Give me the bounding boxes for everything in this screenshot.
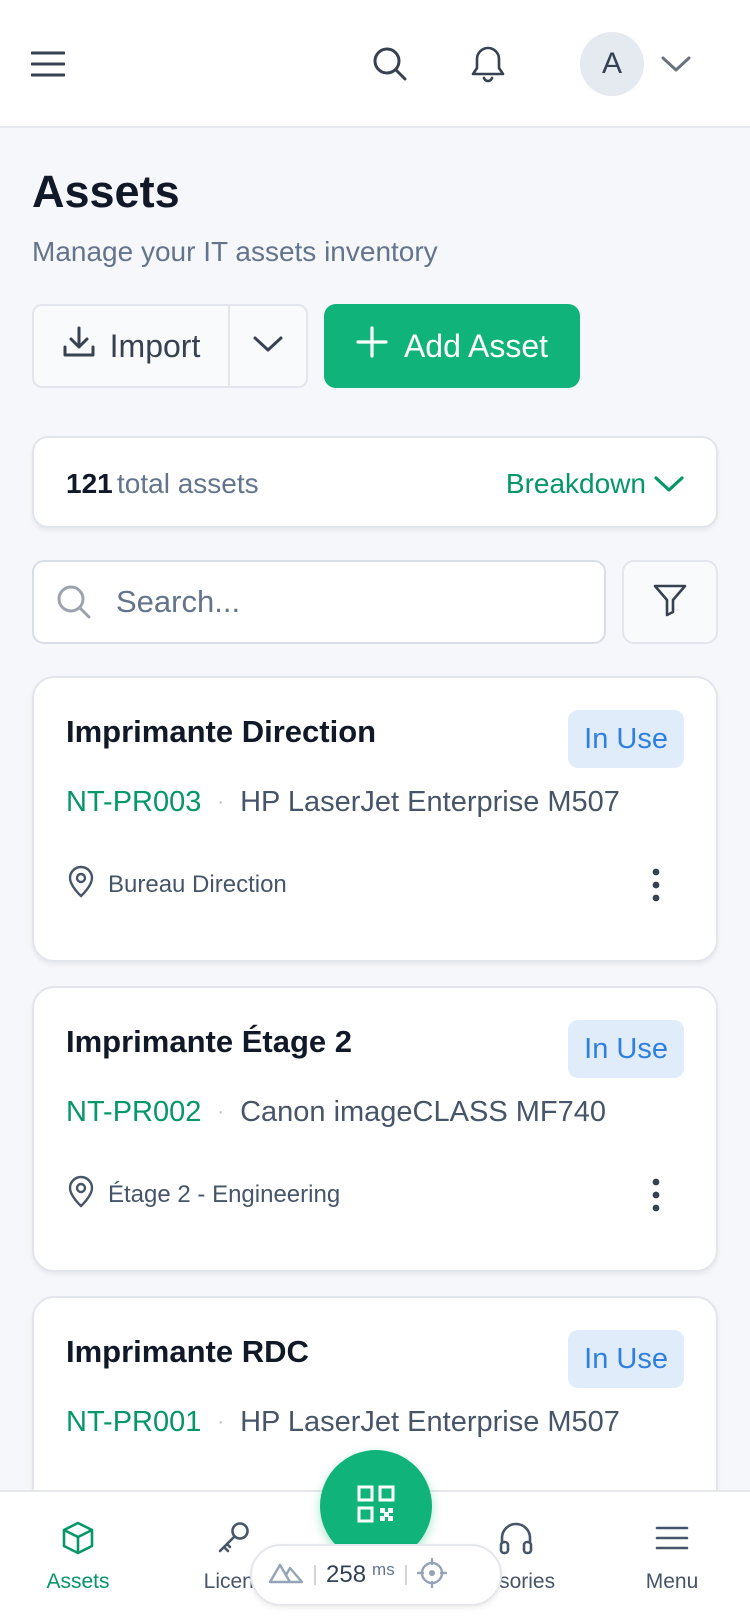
chevron-down-icon: [654, 468, 684, 500]
nav-label: Menu: [645, 1570, 699, 1593]
search-input[interactable]: [114, 574, 584, 630]
asset-location-label: Bureau Direction: [108, 870, 287, 898]
more-options-icon[interactable]: [636, 1172, 676, 1218]
status-badge: In Use: [568, 1330, 684, 1388]
breakdown-label: Breakdown: [505, 468, 646, 499]
chevron-down-icon: [253, 335, 283, 358]
asset-name: Imprimante Direction: [66, 714, 377, 749]
location-pin-icon: [66, 1174, 96, 1215]
more-options-icon[interactable]: [636, 862, 676, 908]
total-label: total assets: [117, 468, 259, 499]
crosshair-icon[interactable]: [416, 1557, 447, 1593]
asset-location: Étage 2 - Engineering: [66, 1174, 340, 1215]
asset-tag: NT-PR001: [66, 1406, 202, 1438]
menu-icon: [654, 1520, 690, 1562]
latency-value: 258: [326, 1561, 367, 1588]
breakdown-toggle[interactable]: Breakdown: [506, 462, 684, 506]
asset-model: HP LaserJet Enterprise M507: [240, 786, 620, 818]
nav-item-assets[interactable]: Assets: [8, 1520, 148, 1600]
hamburger-menu-icon[interactable]: [24, 40, 72, 88]
search-field: [32, 560, 606, 644]
separator-dot: ·: [217, 1101, 225, 1123]
asset-model: Canon imageCLASS MF740: [240, 1096, 606, 1128]
import-button-group: Import: [32, 304, 308, 388]
divider: [314, 1565, 316, 1585]
asset-card[interactable]: Imprimante Direction In Use NT-PR003 · H…: [32, 676, 718, 962]
import-dropdown-button[interactable]: [230, 306, 306, 386]
import-button[interactable]: Import: [34, 306, 230, 386]
divider: [404, 1565, 407, 1585]
headphones-icon: [498, 1520, 534, 1562]
latency-unit: ms: [372, 1560, 395, 1579]
asset-meta: NT-PR001 · HP LaserJet Enterprise M507: [66, 1406, 620, 1439]
page-subtitle: Manage your IT assets inventory: [32, 236, 438, 267]
import-label: Import: [109, 327, 201, 364]
nav-label: Assets: [46, 1570, 110, 1593]
asset-card[interactable]: Imprimante Étage 2 In Use NT-PR002 · Can…: [32, 986, 718, 1272]
plus-icon: [356, 326, 388, 366]
page-title: Assets: [32, 166, 180, 217]
logo-icon: [268, 1562, 304, 1589]
avatar[interactable]: A: [580, 32, 644, 96]
qr-code-icon: [356, 1484, 396, 1529]
search-icon[interactable]: [366, 38, 414, 90]
asset-tag: NT-PR003: [66, 786, 202, 818]
asset-meta: NT-PR003 · HP LaserJet Enterprise M507: [66, 786, 620, 819]
total-count: 121: [66, 468, 113, 499]
asset-location-label: Étage 2 - Engineering: [108, 1180, 341, 1208]
cube-icon: [60, 1520, 96, 1562]
asset-name: Imprimante RDC: [66, 1334, 309, 1369]
asset-name: Imprimante Étage 2: [66, 1024, 352, 1059]
search-icon: [54, 582, 94, 622]
performance-overlay: 258 ms: [250, 1544, 502, 1606]
add-asset-button[interactable]: Add Asset: [324, 304, 580, 388]
add-asset-label: Add Asset: [403, 327, 549, 364]
download-icon: [62, 325, 96, 367]
separator-dot: ·: [217, 791, 225, 813]
nav-item-menu[interactable]: Menu: [602, 1520, 742, 1600]
bell-icon[interactable]: [462, 38, 514, 90]
top-bar: A: [0, 0, 750, 128]
status-badge: In Use: [568, 710, 684, 768]
chevron-down-icon[interactable]: [656, 44, 696, 84]
filter-icon: [652, 582, 688, 623]
asset-location: Bureau Direction: [66, 864, 287, 905]
filter-button[interactable]: [622, 560, 718, 644]
separator-dot: ·: [217, 1411, 225, 1433]
asset-tag: NT-PR002: [66, 1096, 202, 1128]
asset-meta: NT-PR002 · Canon imageCLASS MF740: [66, 1096, 606, 1129]
asset-model: HP LaserJet Enterprise M507: [240, 1406, 620, 1438]
status-badge: In Use: [568, 1020, 684, 1078]
summary-card: 121 total assets Breakdown: [32, 436, 718, 528]
location-pin-icon: [66, 864, 96, 905]
key-icon: [216, 1520, 252, 1562]
